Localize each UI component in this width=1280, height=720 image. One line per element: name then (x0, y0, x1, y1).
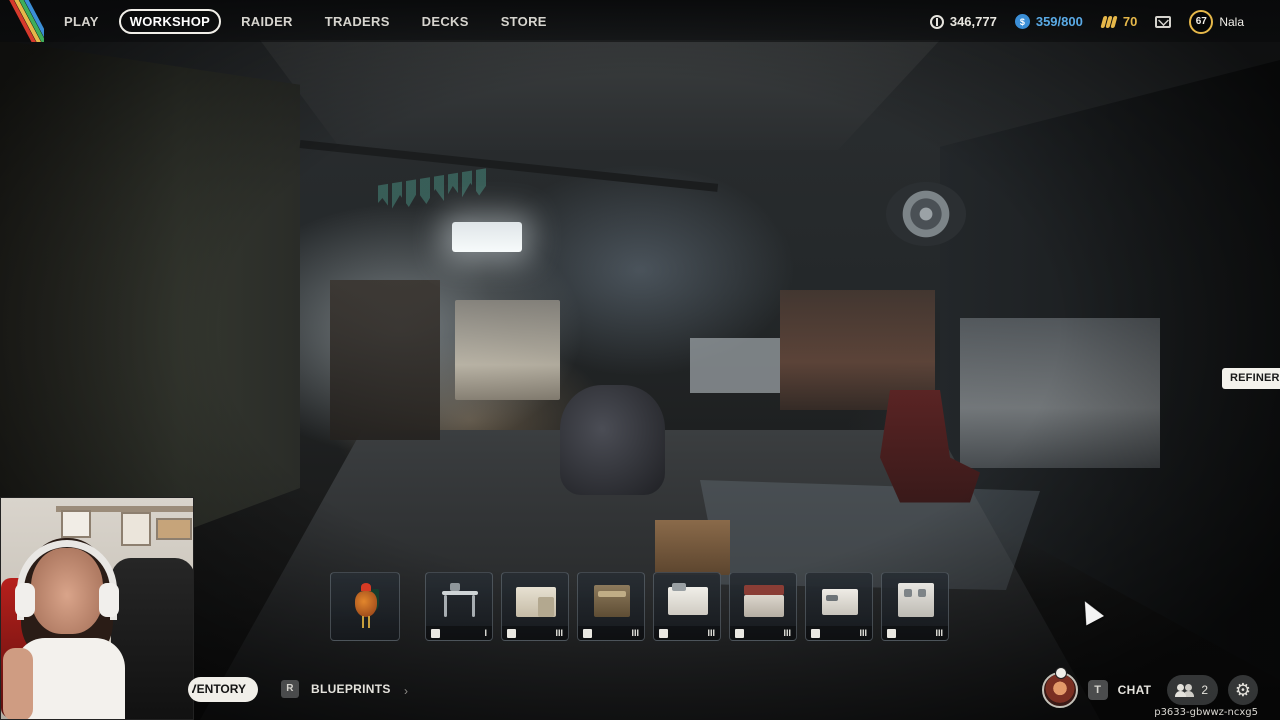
nav-traders[interactable]: TRADERS (313, 9, 402, 34)
blueprints-button[interactable]: R BLUEPRINTS (281, 680, 391, 698)
profile[interactable]: 67 Nala (1189, 9, 1244, 34)
station-tier: III (783, 628, 791, 638)
station-card-refiner[interactable]: III (881, 572, 949, 641)
station-tier: III (707, 628, 715, 638)
station-meta: III (502, 626, 568, 640)
station-bar: I III III III III III III (330, 572, 949, 642)
nav-decks[interactable]: DECKS (410, 9, 481, 34)
cred-value: 359/800 (1035, 14, 1083, 29)
gear-icon: ⚙ (1234, 679, 1252, 700)
station-meta: I (426, 626, 492, 640)
station-card-utility[interactable]: III (729, 572, 797, 641)
plus-icon (507, 628, 516, 638)
medical-lab-art (512, 581, 560, 621)
nav-workshop[interactable]: WORKSHOP (118, 9, 222, 34)
cred-icon: $ (1014, 14, 1030, 29)
station-meta: III (730, 626, 796, 640)
session-id: p3633-gbwwz-ncxg5 (1154, 707, 1258, 718)
explosive-icon (583, 628, 592, 638)
utility-station-art (740, 581, 788, 621)
station-meta: III (654, 626, 720, 640)
nav-store[interactable]: STORE (489, 9, 559, 34)
webcam-overlay (0, 497, 194, 720)
mail-icon (1155, 15, 1172, 28)
nav-raider[interactable]: RAIDER (229, 9, 305, 34)
settings-button[interactable]: ⚙ (1228, 675, 1258, 705)
next-arrow-icon: › (404, 684, 408, 698)
station-card-explosives[interactable]: III (577, 572, 645, 641)
party-button[interactable]: 2 (1167, 675, 1218, 705)
refiner-tag[interactable]: REFINER (1222, 368, 1280, 389)
utility-icon (735, 628, 744, 638)
station-card-workbench[interactable]: I (425, 572, 493, 641)
station-card-medical[interactable]: III (501, 572, 569, 641)
station-card-gear-bench[interactable]: III (653, 572, 721, 641)
player-avatar[interactable] (1041, 667, 1078, 708)
coin-icon (929, 14, 944, 29)
raider-tokens-stat[interactable]: 70 (1100, 14, 1138, 29)
top-navigation-bar: PLAY WORKSHOP RAIDER TRADERS DECKS STORE… (0, 0, 1280, 42)
coins-value: 346,777 (949, 14, 997, 29)
chat-area: T CHAT 2 ⚙ (1041, 667, 1258, 708)
gear-bench-art (664, 581, 712, 621)
level-badge: 67 (1189, 9, 1214, 34)
inventory-label: INVENTORY (192, 682, 246, 696)
chat-hotkey: T (1087, 680, 1108, 700)
refiner-icon (887, 628, 896, 638)
nav-play[interactable]: PLAY (52, 9, 111, 34)
station-meta: III (806, 626, 872, 640)
blueprints-label: BLUEPRINTS (311, 682, 391, 696)
station-tier: III (555, 628, 563, 638)
explosives-station-art (588, 581, 636, 621)
mail-button[interactable] (1155, 15, 1172, 28)
rooster-icon (353, 583, 379, 629)
station-card-gunsmith[interactable]: III (805, 572, 873, 641)
cred-stat[interactable]: $ 359/800 (1014, 14, 1083, 29)
currency-stats: 346,777 $ 359/800 70 67 Nala (929, 9, 1244, 34)
station-tier: III (935, 628, 943, 638)
inventory-button[interactable]: INVENTORY (188, 677, 258, 702)
blueprints-hotkey: R (281, 680, 299, 698)
raider-tokens-value: 70 (1122, 14, 1138, 29)
refiner-art (892, 581, 940, 621)
crossed-guns-icon (811, 628, 820, 638)
station-tier: III (859, 628, 867, 638)
bench-icon (431, 628, 440, 638)
station-meta: III (882, 626, 948, 640)
party-count: 2 (1201, 683, 1208, 697)
station-card-rooster[interactable] (330, 572, 400, 641)
shield-icon (659, 628, 668, 638)
gunsmith-art (816, 581, 864, 621)
chat-button[interactable]: CHAT (1118, 683, 1152, 697)
party-icon (1175, 684, 1195, 697)
coins-stat[interactable]: 346,777 (929, 14, 997, 29)
raider-tokens-icon (1100, 15, 1118, 29)
station-tier: III (631, 628, 639, 638)
station-tier: I (484, 628, 487, 638)
main-nav: PLAY WORKSHOP RAIDER TRADERS DECKS STORE (52, 9, 559, 34)
game-logo-icon[interactable] (0, 0, 44, 42)
username: Nala (1219, 14, 1244, 29)
workbench-art (436, 581, 484, 621)
station-meta: III (578, 626, 644, 640)
